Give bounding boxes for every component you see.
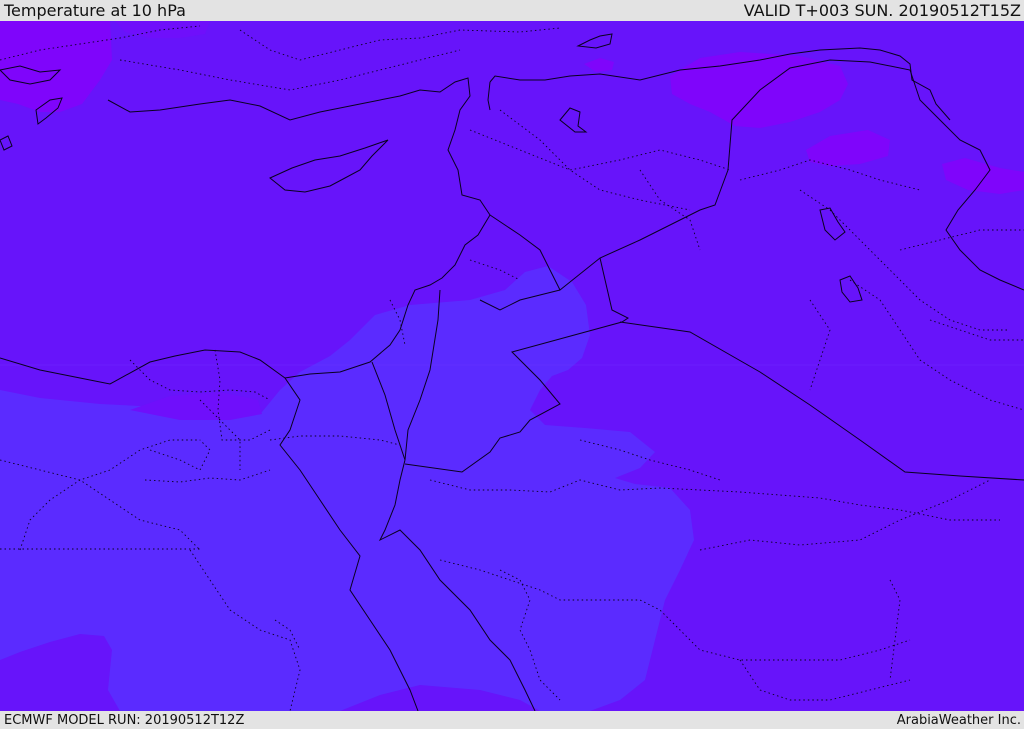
credit: ArabiaWeather Inc. xyxy=(896,712,1021,728)
header-bar: Temperature at 10 hPa VALID T+003 SUN. 2… xyxy=(0,0,1024,21)
map-frame: Temperature at 10 hPa VALID T+003 SUN. 2… xyxy=(0,0,1024,729)
model-run: ECMWF MODEL RUN: 20190512T12Z xyxy=(4,712,245,728)
weather-map[interactable] xyxy=(0,21,1024,711)
footer-bar: ECMWF MODEL RUN: 20190512T12Z ArabiaWeat… xyxy=(0,711,1024,729)
map-svg xyxy=(0,21,1024,711)
valid-time: VALID T+003 SUN. 20190512T15Z xyxy=(743,1,1021,20)
map-title: Temperature at 10 hPa xyxy=(4,1,186,20)
